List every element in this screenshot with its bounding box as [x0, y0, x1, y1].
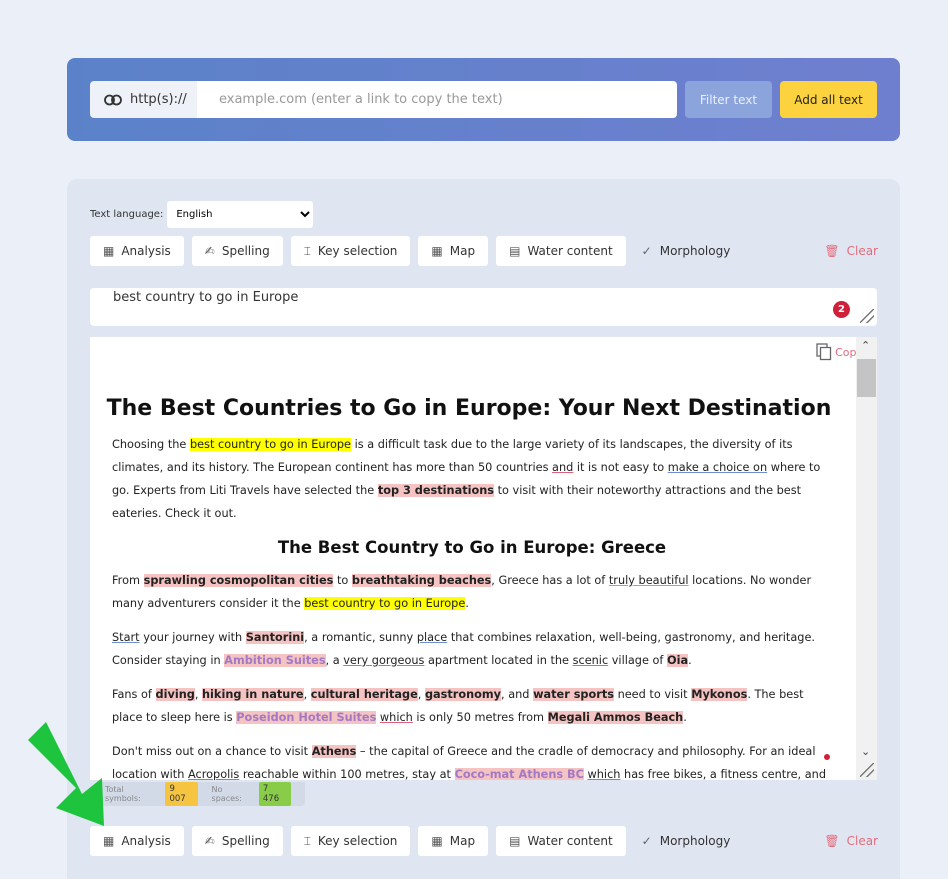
analysis-icon: ▦: [103, 244, 115, 258]
article-text-area[interactable]: Copy The Best Countries to Go in Europe:…: [90, 337, 877, 780]
key-selection-icon: ⌶: [303, 243, 311, 258]
editor-panel: Text language: English ▦ Analysis ✍ Spelli…: [67, 179, 900, 879]
key-selection-button-bottom[interactable]: ⌶ Key selection: [290, 826, 411, 856]
key-selection-button[interactable]: ⌶ Key selection: [290, 236, 411, 266]
water-content-icon: ▤: [509, 244, 521, 258]
article-subtitle: The Best Country to Go in Europe: Greece: [277, 538, 667, 557]
key-selection-icon: ⌶: [303, 833, 311, 848]
paragraph-1: Choosing the best country to go in Europ…: [112, 438, 821, 520]
analysis-button-bottom[interactable]: ▦ Analysis: [90, 826, 184, 856]
paragraph-5: Don't miss out on a chance to visit Athe…: [112, 745, 826, 780]
filter-text-button[interactable]: Filter text: [685, 81, 772, 118]
keyword-text: best country to go in Europe: [113, 290, 299, 305]
scroll-up-icon[interactable]: ⌃: [861, 339, 870, 352]
keyword-count-badge: 2: [833, 301, 850, 318]
check-icon: ✓: [641, 244, 652, 258]
morphology-toggle-bottom[interactable]: ✓ Morphology: [642, 834, 731, 848]
spelling-icon: ✍: [204, 834, 215, 848]
no-spaces-value: 7 476: [258, 782, 291, 806]
clear-button-bottom[interactable]: 🗑 Clear: [824, 834, 878, 848]
map-button[interactable]: ▦ Map: [418, 236, 489, 266]
no-spaces-label: No spaces:: [211, 785, 242, 803]
check-icon: ✓: [641, 834, 652, 848]
scroll-down-icon[interactable]: ⌄: [861, 745, 870, 758]
scroll-thumb[interactable]: [857, 359, 876, 397]
error-dot-icon: [824, 754, 830, 760]
total-symbols-label: Total symbols:: [105, 785, 141, 803]
add-all-text-button[interactable]: Add all text: [780, 81, 877, 118]
article-resize-handle[interactable]: [860, 763, 874, 777]
article-title: The Best Countries to Go in Europe: Your…: [106, 396, 832, 421]
water-content-icon: ▤: [509, 834, 521, 848]
spelling-icon: ✍: [204, 244, 215, 258]
analysis-button[interactable]: ▦ Analysis: [90, 236, 184, 266]
map-icon: ▦: [431, 244, 443, 258]
language-row: Text language: English: [90, 201, 314, 228]
green-arrow-icon: [28, 722, 104, 826]
article-scrollbar[interactable]: ⌃ ⌄: [856, 337, 877, 780]
article-content: The Best Countries to Go in Europe: Your…: [107, 395, 832, 780]
copy-icon: [816, 343, 832, 361]
keyword-input[interactable]: best country to go in Europe 2: [90, 288, 877, 326]
toolbar-top: ▦ Analysis ✍ Spelling ⌶ Key selection ▦ Map …: [90, 236, 878, 266]
url-prefix-label: http(s)://: [130, 92, 187, 107]
morphology-toggle[interactable]: ✓ Morphology: [642, 244, 731, 258]
url-bar: http(s):// Filter text Add all text: [67, 58, 900, 141]
map-icon: ▦: [431, 834, 443, 848]
spelling-button-bottom[interactable]: ✍ Spelling: [191, 826, 283, 856]
symbol-counts: Total symbols: 9 007 No spaces: 7 476: [100, 782, 305, 806]
analysis-icon: ▦: [103, 834, 115, 848]
water-content-button-bottom[interactable]: ▤ Water content: [496, 826, 626, 856]
paragraph-3: Start your journey with Santorini, a rom…: [112, 631, 815, 667]
url-prefix: http(s)://: [90, 81, 197, 118]
paragraph-4: Fans of diving, hiking in nature, cultur…: [112, 688, 804, 724]
link-icon: [104, 94, 122, 105]
paragraph-2: From sprawling cosmopolitan cities to br…: [112, 574, 812, 610]
toolbar-bottom: ▦ Analysis ✍ Spelling ⌶ Key selection ▦ Map …: [90, 826, 878, 856]
total-symbols-value: 9 007: [165, 782, 198, 806]
map-button-bottom[interactable]: ▦ Map: [418, 826, 489, 856]
url-input[interactable]: [197, 81, 677, 118]
trash-icon: 🗑: [824, 834, 840, 848]
language-label: Text language:: [90, 209, 164, 220]
resize-handle[interactable]: [860, 309, 874, 323]
clear-button[interactable]: 🗑 Clear: [824, 244, 878, 258]
water-content-button[interactable]: ▤ Water content: [496, 236, 626, 266]
spelling-button[interactable]: ✍ Spelling: [191, 236, 283, 266]
language-select[interactable]: English: [167, 201, 314, 228]
trash-icon: 🗑: [824, 244, 840, 258]
